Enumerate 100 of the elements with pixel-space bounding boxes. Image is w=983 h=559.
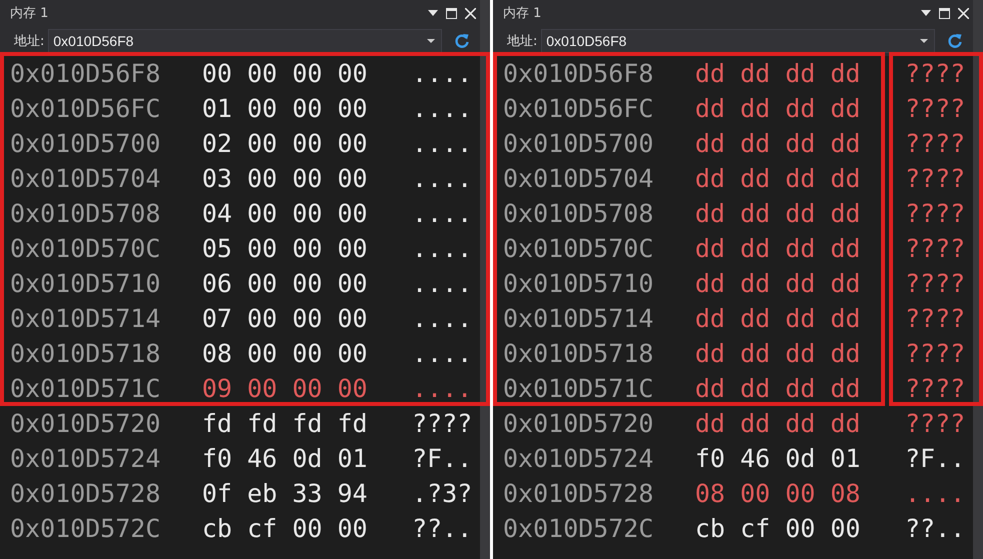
address-field[interactable]: 0x010D56F8 bbox=[48, 29, 442, 53]
byte-value: dd bbox=[695, 409, 726, 438]
byte-value: dd bbox=[785, 59, 816, 88]
ascii-text: ???? bbox=[905, 94, 966, 123]
ascii-text: ???? bbox=[905, 164, 966, 193]
byte-value: 03 bbox=[202, 164, 232, 193]
memory-address: 0x010D5704 bbox=[10, 164, 162, 193]
memory-address: 0x010D5704 bbox=[503, 164, 655, 193]
byte-value: 07 bbox=[202, 304, 232, 333]
byte-value: 00 bbox=[247, 129, 278, 158]
dropdown-icon[interactable] bbox=[428, 9, 438, 17]
ascii-text: ???? bbox=[905, 269, 966, 298]
byte-value: dd bbox=[830, 94, 860, 123]
byte-value: 46 bbox=[247, 444, 278, 473]
memory-address: 0x010D572C bbox=[503, 514, 655, 543]
ascii-text: ???? bbox=[905, 304, 966, 333]
byte-value: dd bbox=[740, 129, 770, 158]
window-title: 内存 1 bbox=[10, 5, 48, 22]
byte-value: dd bbox=[785, 304, 816, 333]
byte-value: 46 bbox=[740, 444, 770, 473]
byte-value: 00 bbox=[247, 304, 278, 333]
ascii-text: .... bbox=[412, 339, 472, 368]
address-field[interactable]: 0x010D56F8 bbox=[541, 29, 935, 53]
byte-value: 00 bbox=[830, 514, 860, 543]
window-title: 内存 1 bbox=[503, 5, 542, 22]
memory-address: 0x010D5710 bbox=[10, 269, 162, 298]
memory-address: 0x010D5700 bbox=[503, 129, 655, 158]
byte-value: 08 bbox=[202, 339, 232, 368]
byte-value: 09 bbox=[202, 374, 232, 403]
memory-address: 0x010D570C bbox=[503, 234, 655, 263]
ascii-text: ???? bbox=[412, 409, 472, 438]
byte-value: 00 bbox=[292, 304, 322, 333]
byte-value: 00 bbox=[740, 479, 770, 508]
byte-value: dd bbox=[785, 234, 816, 263]
caret-icon[interactable] bbox=[920, 38, 928, 44]
byte-value: 00 bbox=[337, 304, 368, 333]
ascii-text: ???? bbox=[905, 59, 966, 88]
byte-value: 0f bbox=[202, 479, 232, 508]
byte-value: 00 bbox=[337, 514, 368, 543]
byte-value: 00 bbox=[337, 339, 368, 368]
byte-value: 02 bbox=[202, 129, 232, 158]
refresh-icon[interactable] bbox=[454, 33, 470, 49]
ascii-text: ??.. bbox=[905, 514, 966, 543]
byte-value: 01 bbox=[830, 444, 860, 473]
close-icon[interactable] bbox=[465, 8, 476, 18]
ascii-text: .... bbox=[412, 129, 472, 158]
ascii-text: .?3? bbox=[412, 479, 472, 508]
byte-value: 00 bbox=[337, 59, 368, 88]
caret-icon[interactable] bbox=[427, 38, 435, 44]
dropdown-icon[interactable] bbox=[921, 9, 931, 17]
byte-value: 00 bbox=[292, 129, 322, 158]
byte-value: 08 bbox=[695, 479, 726, 508]
byte-value: 00 bbox=[202, 59, 232, 88]
byte-value: dd bbox=[830, 234, 860, 263]
byte-value: dd bbox=[740, 409, 770, 438]
byte-value: dd bbox=[740, 164, 770, 193]
byte-value: cf bbox=[247, 514, 278, 543]
byte-value: 00 bbox=[292, 269, 322, 298]
byte-value: dd bbox=[785, 339, 816, 368]
byte-value: 94 bbox=[337, 479, 368, 508]
byte-value: cb bbox=[695, 514, 726, 543]
memory-address: 0x010D5720 bbox=[503, 409, 655, 438]
byte-value: dd bbox=[785, 409, 816, 438]
memory-address: 0x010D5714 bbox=[10, 304, 162, 333]
maximize-icon[interactable] bbox=[939, 8, 950, 18]
ascii-text: ???? bbox=[905, 339, 966, 368]
byte-value: dd bbox=[830, 59, 860, 88]
ascii-text: .... bbox=[905, 479, 966, 508]
byte-value: dd bbox=[695, 164, 726, 193]
close-icon[interactable] bbox=[958, 8, 969, 18]
byte-value: 00 bbox=[247, 164, 278, 193]
byte-value: 04 bbox=[202, 199, 232, 228]
address-label: 地址: bbox=[14, 33, 44, 50]
byte-value: 00 bbox=[337, 94, 368, 123]
memory-address: 0x010D5724 bbox=[10, 444, 162, 473]
byte-value: dd bbox=[740, 269, 770, 298]
byte-value: dd bbox=[695, 59, 726, 88]
byte-value: fd bbox=[247, 409, 278, 438]
byte-value: dd bbox=[695, 269, 726, 298]
maximize-icon[interactable] bbox=[446, 8, 457, 18]
byte-value: 00 bbox=[247, 269, 278, 298]
memory-address: 0x010D5728 bbox=[10, 479, 162, 508]
ascii-text: ?F.. bbox=[905, 444, 966, 473]
byte-value: eb bbox=[247, 479, 278, 508]
memory-address: 0x010D5728 bbox=[503, 479, 655, 508]
byte-value: cb bbox=[202, 514, 232, 543]
ascii-text: .... bbox=[412, 94, 472, 123]
memory-address: 0x010D572C bbox=[10, 514, 162, 543]
byte-value: dd bbox=[785, 199, 816, 228]
refresh-icon[interactable] bbox=[947, 33, 963, 49]
ascii-text: .... bbox=[412, 234, 472, 263]
byte-value: 00 bbox=[785, 514, 816, 543]
byte-value: dd bbox=[785, 164, 816, 193]
byte-value: dd bbox=[695, 374, 726, 403]
memory-address: 0x010D5700 bbox=[10, 129, 162, 158]
byte-value: dd bbox=[830, 339, 860, 368]
address-label: 地址: bbox=[507, 33, 538, 50]
byte-value: 00 bbox=[247, 234, 278, 263]
byte-value: dd bbox=[740, 94, 770, 123]
byte-value: 00 bbox=[292, 164, 322, 193]
